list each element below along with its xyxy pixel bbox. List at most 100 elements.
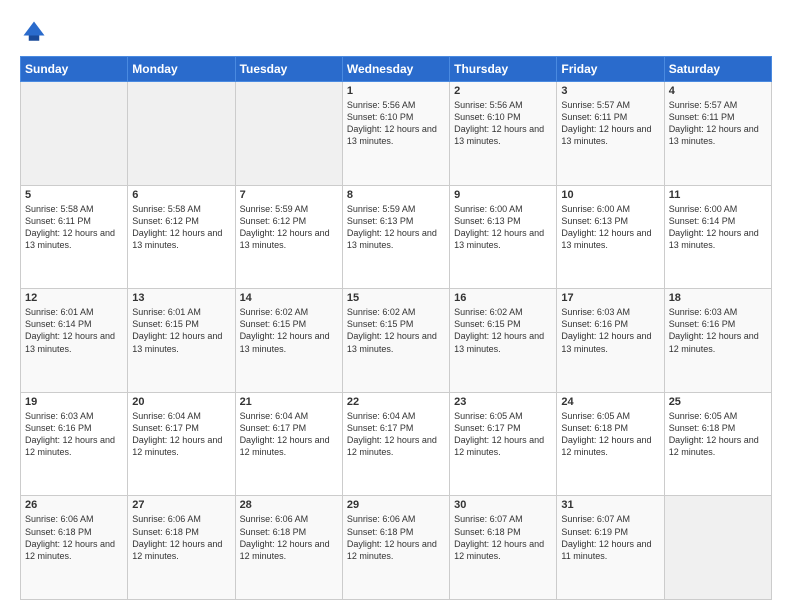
weekday-header-row: SundayMondayTuesdayWednesdayThursdayFrid…: [21, 57, 772, 82]
day-cell: 15 Sunrise: 6:02 AM Sunset: 6:15 PM Dayli…: [342, 289, 449, 393]
day-info: Sunrise: 5:59 AM Sunset: 6:13 PM Dayligh…: [347, 203, 445, 252]
day-number: 13: [132, 292, 230, 304]
day-cell: 19 Sunrise: 6:03 AM Sunset: 6:16 PM Dayli…: [21, 392, 128, 496]
header: [20, 18, 772, 46]
day-number: 7: [240, 189, 338, 201]
day-number: 10: [561, 189, 659, 201]
week-row-2: 12 Sunrise: 6:01 AM Sunset: 6:14 PM Dayli…: [21, 289, 772, 393]
day-number: 29: [347, 499, 445, 511]
day-info: Sunrise: 6:02 AM Sunset: 6:15 PM Dayligh…: [454, 306, 552, 355]
day-info: Sunrise: 6:03 AM Sunset: 6:16 PM Dayligh…: [561, 306, 659, 355]
day-info: Sunrise: 6:07 AM Sunset: 6:19 PM Dayligh…: [561, 513, 659, 562]
day-cell: [128, 82, 235, 186]
weekday-header-saturday: Saturday: [664, 57, 771, 82]
day-info: Sunrise: 5:58 AM Sunset: 6:11 PM Dayligh…: [25, 203, 123, 252]
day-cell: 23 Sunrise: 6:05 AM Sunset: 6:17 PM Dayli…: [450, 392, 557, 496]
day-number: 25: [669, 396, 767, 408]
week-row-3: 19 Sunrise: 6:03 AM Sunset: 6:16 PM Dayli…: [21, 392, 772, 496]
day-number: 20: [132, 396, 230, 408]
day-number: 30: [454, 499, 552, 511]
day-cell: 26 Sunrise: 6:06 AM Sunset: 6:18 PM Dayli…: [21, 496, 128, 600]
day-cell: [664, 496, 771, 600]
day-number: 12: [25, 292, 123, 304]
day-number: 22: [347, 396, 445, 408]
day-info: Sunrise: 6:06 AM Sunset: 6:18 PM Dayligh…: [25, 513, 123, 562]
day-number: 19: [25, 396, 123, 408]
day-cell: 6 Sunrise: 5:58 AM Sunset: 6:12 PM Daylig…: [128, 185, 235, 289]
day-info: Sunrise: 6:01 AM Sunset: 6:15 PM Dayligh…: [132, 306, 230, 355]
day-info: Sunrise: 5:57 AM Sunset: 6:11 PM Dayligh…: [669, 99, 767, 148]
day-info: Sunrise: 6:07 AM Sunset: 6:18 PM Dayligh…: [454, 513, 552, 562]
day-number: 31: [561, 499, 659, 511]
day-info: Sunrise: 6:03 AM Sunset: 6:16 PM Dayligh…: [25, 410, 123, 459]
weekday-header-tuesday: Tuesday: [235, 57, 342, 82]
day-cell: 13 Sunrise: 6:01 AM Sunset: 6:15 PM Dayli…: [128, 289, 235, 393]
day-cell: 14Sunrise: 6:02 AM Sunset: 6:15 PM Dayli…: [235, 289, 342, 393]
day-cell: 17 Sunrise: 6:03 AM Sunset: 6:16 PM Dayli…: [557, 289, 664, 393]
day-number: 28: [240, 499, 338, 511]
day-info: Sunrise: 6:00 AM Sunset: 6:13 PM Dayligh…: [561, 203, 659, 252]
week-row-1: 5 Sunrise: 5:58 AM Sunset: 6:11 PM Daylig…: [21, 185, 772, 289]
day-info: Sunrise: 6:04 AM Sunset: 6:17 PM Dayligh…: [347, 410, 445, 459]
day-info: Sunrise: 6:02 AM Sunset: 6:15 PM Dayligh…: [240, 306, 338, 355]
day-info: Sunrise: 6:06 AM Sunset: 6:18 PM Dayligh…: [240, 513, 338, 562]
day-number: 6: [132, 189, 230, 201]
day-number: 2: [454, 85, 552, 97]
week-row-4: 26 Sunrise: 6:06 AM Sunset: 6:18 PM Dayli…: [21, 496, 772, 600]
day-info: Sunrise: 6:02 AM Sunset: 6:15 PM Dayligh…: [347, 306, 445, 355]
day-number: 11: [669, 189, 767, 201]
day-cell: 16Sunrise: 6:02 AM Sunset: 6:15 PM Dayli…: [450, 289, 557, 393]
day-number: 24: [561, 396, 659, 408]
day-cell: 28 Sunrise: 6:06 AM Sunset: 6:18 PM Dayli…: [235, 496, 342, 600]
weekday-header-friday: Friday: [557, 57, 664, 82]
calendar-table: SundayMondayTuesdayWednesdayThursdayFrid…: [20, 56, 772, 600]
day-number: 23: [454, 396, 552, 408]
day-number: 17: [561, 292, 659, 304]
logo-icon: [20, 18, 48, 46]
day-number: 3: [561, 85, 659, 97]
logo: [20, 18, 52, 46]
day-info: Sunrise: 6:06 AM Sunset: 6:18 PM Dayligh…: [347, 513, 445, 562]
day-cell: 22 Sunrise: 6:04 AM Sunset: 6:17 PM Dayli…: [342, 392, 449, 496]
day-number: 4: [669, 85, 767, 97]
day-cell: 9 Sunrise: 6:00 AM Sunset: 6:13 PM Daylig…: [450, 185, 557, 289]
day-info: Sunrise: 6:00 AM Sunset: 6:13 PM Dayligh…: [454, 203, 552, 252]
day-number: 9: [454, 189, 552, 201]
day-number: 5: [25, 189, 123, 201]
week-row-0: 1Sunrise: 5:56 AM Sunset: 6:10 PM Daylig…: [21, 82, 772, 186]
day-cell: 21Sunrise: 6:04 AM Sunset: 6:17 PM Dayli…: [235, 392, 342, 496]
day-cell: 25Sunrise: 6:05 AM Sunset: 6:18 PM Dayli…: [664, 392, 771, 496]
day-info: Sunrise: 6:03 AM Sunset: 6:16 PM Dayligh…: [669, 306, 767, 355]
day-info: Sunrise: 5:58 AM Sunset: 6:12 PM Dayligh…: [132, 203, 230, 252]
day-number: 18: [669, 292, 767, 304]
day-cell: 7 Sunrise: 5:59 AM Sunset: 6:12 PM Daylig…: [235, 185, 342, 289]
day-cell: 27Sunrise: 6:06 AM Sunset: 6:18 PM Dayli…: [128, 496, 235, 600]
day-cell: 30 Sunrise: 6:07 AM Sunset: 6:18 PM Dayli…: [450, 496, 557, 600]
day-info: Sunrise: 6:04 AM Sunset: 6:17 PM Dayligh…: [132, 410, 230, 459]
day-cell: 12 Sunrise: 6:01 AM Sunset: 6:14 PM Dayli…: [21, 289, 128, 393]
day-cell: 24 Sunrise: 6:05 AM Sunset: 6:18 PM Dayli…: [557, 392, 664, 496]
day-info: Sunrise: 5:57 AM Sunset: 6:11 PM Dayligh…: [561, 99, 659, 148]
weekday-header-sunday: Sunday: [21, 57, 128, 82]
weekday-header-monday: Monday: [128, 57, 235, 82]
day-cell: 4 Sunrise: 5:57 AM Sunset: 6:11 PM Daylig…: [664, 82, 771, 186]
day-info: Sunrise: 6:05 AM Sunset: 6:18 PM Dayligh…: [561, 410, 659, 459]
day-number: 21: [240, 396, 338, 408]
day-cell: 1Sunrise: 5:56 AM Sunset: 6:10 PM Daylig…: [342, 82, 449, 186]
weekday-header-wednesday: Wednesday: [342, 57, 449, 82]
day-info: Sunrise: 6:01 AM Sunset: 6:14 PM Dayligh…: [25, 306, 123, 355]
day-cell: 31 Sunrise: 6:07 AM Sunset: 6:19 PM Dayli…: [557, 496, 664, 600]
day-info: Sunrise: 5:56 AM Sunset: 6:10 PM Dayligh…: [454, 99, 552, 148]
day-cell: [235, 82, 342, 186]
day-cell: 5 Sunrise: 5:58 AM Sunset: 6:11 PM Daylig…: [21, 185, 128, 289]
day-info: Sunrise: 6:05 AM Sunset: 6:17 PM Dayligh…: [454, 410, 552, 459]
day-info: Sunrise: 5:59 AM Sunset: 6:12 PM Dayligh…: [240, 203, 338, 252]
day-info: Sunrise: 6:00 AM Sunset: 6:14 PM Dayligh…: [669, 203, 767, 252]
weekday-header-thursday: Thursday: [450, 57, 557, 82]
day-number: 26: [25, 499, 123, 511]
day-cell: 3 Sunrise: 5:57 AM Sunset: 6:11 PM Daylig…: [557, 82, 664, 186]
day-number: 8: [347, 189, 445, 201]
day-info: Sunrise: 6:06 AM Sunset: 6:18 PM Dayligh…: [132, 513, 230, 562]
day-number: 15: [347, 292, 445, 304]
day-cell: 20 Sunrise: 6:04 AM Sunset: 6:17 PM Dayli…: [128, 392, 235, 496]
